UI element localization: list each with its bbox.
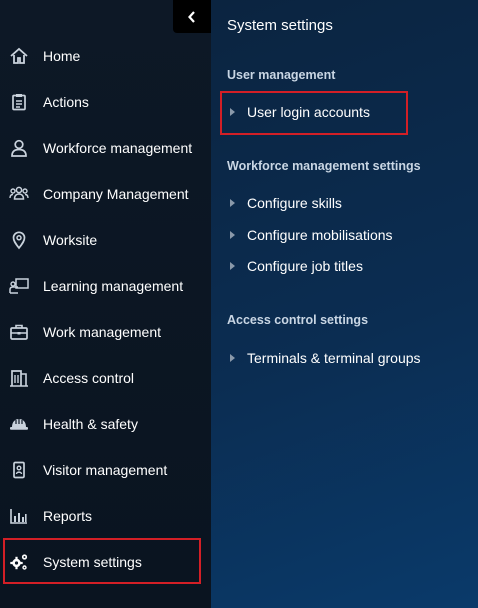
link-label: Configure skills <box>247 195 342 211</box>
link-label: Configure job titles <box>247 258 363 274</box>
link-configure-skills[interactable]: Configure skills <box>227 191 342 215</box>
sidebar-item-label: Workforce management <box>43 140 193 156</box>
caret-right-icon <box>230 262 235 270</box>
link-configure-mobilisations[interactable]: Configure mobilisations <box>227 223 393 247</box>
sidebar-item-label: Learning management <box>43 278 184 294</box>
presentation-icon <box>9 276 29 296</box>
sidebar-item-health-safety[interactable]: Health & safety <box>0 404 211 444</box>
sidebar-item-reports[interactable]: Reports <box>0 496 211 536</box>
collapse-sidebar-button[interactable] <box>173 0 211 33</box>
selection-highlight <box>3 538 201 584</box>
sidebar-item-label: Actions <box>43 94 89 110</box>
sidebar-item-label: Company Management <box>43 186 189 202</box>
sidebar-item-work-management[interactable]: Work management <box>0 312 211 352</box>
link-highlight <box>220 91 408 135</box>
chevron-left-icon <box>187 10 197 23</box>
home-icon <box>9 46 29 66</box>
sidebar-item-label: Worksite <box>43 232 98 248</box>
sidebar-item-visitor-management[interactable]: Visitor management <box>0 450 211 490</box>
sidebar-item-access-control[interactable]: Access control <box>0 358 211 398</box>
sidebar-item-label: Home <box>43 48 81 64</box>
users-group-icon <box>9 184 29 204</box>
sidebar-item-label: Access control <box>43 370 135 386</box>
building-door-icon <box>9 368 29 388</box>
sidebar-item-workforce-management[interactable]: Workforce management <box>0 128 211 168</box>
settings-panel: System settings User management User log… <box>211 0 478 608</box>
user-icon <box>9 138 29 158</box>
map-pin-icon <box>9 230 29 250</box>
sidebar-item-label: Health & safety <box>43 416 138 432</box>
caret-right-icon <box>230 354 235 362</box>
sidebar-item-worksite[interactable]: Worksite <box>0 220 211 260</box>
id-badge-icon <box>9 460 29 480</box>
bar-chart-icon <box>9 506 29 526</box>
sidebar-item-label: Reports <box>43 508 93 524</box>
sidebar-item-home[interactable]: Home <box>0 36 211 76</box>
caret-right-icon <box>230 199 235 207</box>
caret-right-icon <box>230 231 235 239</box>
sidebar-item-company-management[interactable]: Company Management <box>0 174 211 214</box>
section-heading-access-control-settings: Access control settings <box>227 313 369 327</box>
page-title: System settings <box>227 17 333 34</box>
briefcase-icon <box>9 322 29 342</box>
link-label: Terminals & terminal groups <box>247 350 421 366</box>
sidebar-item-actions[interactable]: Actions <box>0 82 211 122</box>
clipboard-icon <box>9 92 29 112</box>
sidebar-item-label: Work management <box>43 324 162 340</box>
link-terminals-groups[interactable]: Terminals & terminal groups <box>227 346 421 370</box>
sidebar-item-learning-management[interactable]: Learning management <box>0 266 211 306</box>
section-heading-user-management: User management <box>227 68 336 82</box>
sidebar-item-label: Visitor management <box>43 462 168 478</box>
link-configure-job-titles[interactable]: Configure job titles <box>227 254 363 278</box>
link-label: Configure mobilisations <box>247 227 393 243</box>
section-heading-workforce-settings: Workforce management settings <box>227 159 421 173</box>
sidebar: Home Actions Workforce management Compan… <box>0 0 211 608</box>
hard-hat-icon <box>9 414 29 434</box>
